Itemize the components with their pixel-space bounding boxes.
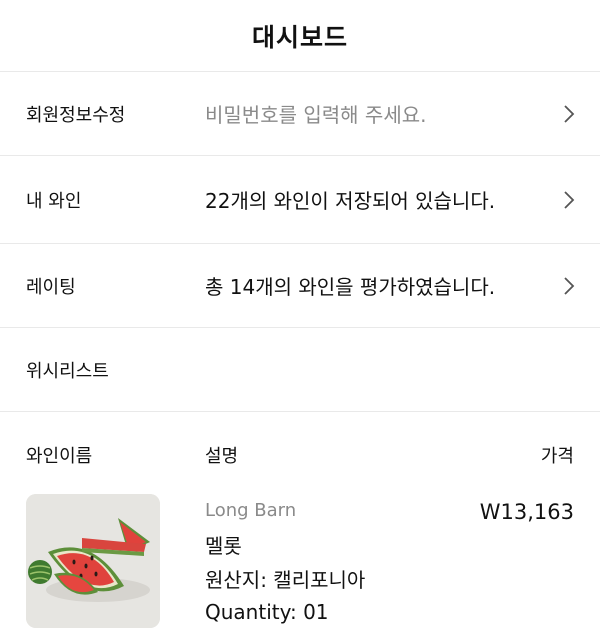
wine-name: 멜롯 (205, 534, 242, 558)
wine-brand: Long Barn (205, 500, 297, 521)
wine-origin: 원산지: 캘리포니아 (205, 568, 366, 592)
row-my-wines[interactable]: 내 와인 22개의 와인이 저장되어 있습니다. (0, 156, 600, 244)
column-header-wine-name: 와인이름 (26, 446, 93, 467)
my-wines-summary: 22개의 와인이 저장되어 있습니다. (205, 189, 496, 213)
row-label-my-wines: 내 와인 (26, 190, 82, 212)
row-label-wishlist: 위시리스트 (26, 360, 109, 382)
wine-price: W13,163 (479, 500, 574, 524)
wine-quantity: Quantity: 01 (205, 600, 329, 624)
column-header-price: 가격 (540, 446, 574, 467)
row-rating[interactable]: 레이팅 총 14개의 와인을 평가하였습니다. (0, 244, 600, 328)
chevron-right-icon[interactable] (562, 190, 576, 210)
chevron-right-icon[interactable] (562, 276, 576, 296)
row-label-edit-profile: 회원정보수정 (26, 104, 126, 126)
row-label-rating: 레이팅 (26, 276, 76, 298)
wishlist-item[interactable]: Long Barn 멜롯 원산지: 캘리포니아 Quantity: 01 W13… (0, 494, 600, 634)
page-header: 대시보드 (0, 0, 600, 72)
page-title: 대시보드 (251, 22, 348, 52)
password-prompt: 비밀번호를 입력해 주세요. (205, 103, 427, 127)
chevron-right-icon[interactable] (562, 104, 576, 124)
row-edit-profile[interactable]: 회원정보수정 비밀번호를 입력해 주세요. (0, 72, 600, 156)
wine-thumbnail-image[interactable] (26, 494, 160, 628)
rating-summary: 총 14개의 와인을 평가하였습니다. (205, 275, 496, 299)
row-wishlist: 위시리스트 (0, 328, 600, 412)
column-header-description: 설명 (205, 446, 239, 467)
wishlist-table-header: 와인이름 설명 가격 (0, 442, 600, 467)
